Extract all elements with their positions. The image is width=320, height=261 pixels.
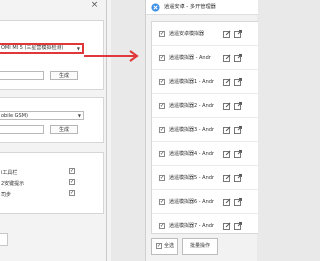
generate-button-2[interactable]: 生成 [50, 125, 78, 134]
edit-icon[interactable] [223, 102, 231, 110]
instance-name: 逍遥模拟器4 - Andr [169, 151, 214, 157]
instance-name: 逍遥模拟器3 - Andr [169, 127, 214, 133]
instance-row[interactable]: ✓ 逍遥模拟器5 - Andr [152, 166, 258, 190]
select-all-button[interactable]: ✓ 全选 [151, 238, 178, 255]
instance-name: 逍遥模拟器 - Andr [169, 55, 211, 61]
instance-row[interactable]: ✓ 逍遥模拟器2 - Andr [152, 94, 258, 118]
open-external-icon[interactable] [234, 222, 242, 230]
bottom-button[interactable] [0, 233, 8, 246]
select-all-checkbox[interactable]: ✓ [156, 242, 162, 249]
edit-icon[interactable] [223, 150, 231, 158]
open-external-icon[interactable] [234, 174, 242, 182]
edit-icon[interactable] [223, 30, 231, 38]
instance-checkbox[interactable]: ✓ [159, 103, 165, 109]
edit-icon[interactable] [223, 78, 231, 86]
model-field[interactable] [0, 71, 44, 80]
edit-icon[interactable] [223, 198, 231, 206]
instance-row[interactable]: ✓ 逍遥模拟器 - Andr [152, 46, 258, 70]
carrier-select-value: obile GSM) [1, 113, 28, 119]
panel-divider [106, 0, 107, 261]
batch-operation-button[interactable]: 批量操作 [182, 238, 218, 255]
open-external-icon[interactable] [234, 78, 242, 86]
instance-row[interactable]: ✓ 逍遥模拟器4 - Andr [152, 142, 258, 166]
edit-icon[interactable] [223, 174, 231, 182]
window-title: 逍遥安卓 - 多开管理器 [164, 4, 216, 10]
instance-name: 逍遥模拟器1 - Andr [169, 79, 214, 85]
option-label-1: i工具栏 [1, 170, 18, 176]
edit-icon[interactable] [223, 126, 231, 134]
settings-panel: × OMI MI 5 (三星营模拟检测) ▼ 生成 obile GSM) ▼ 生… [0, 0, 111, 261]
carrier-group: obile GSM) ▼ 生成 [0, 97, 104, 143]
open-external-icon[interactable] [234, 198, 242, 206]
instance-name: 逍遥安卓模拟器 [169, 31, 205, 37]
edit-icon[interactable] [223, 54, 231, 62]
dropdown-arrow-icon: ▼ [76, 46, 80, 51]
carrier-select[interactable]: obile GSM) ▼ [0, 111, 84, 120]
model-select[interactable]: OMI MI 5 (三星营模拟检测) ▼ [0, 43, 84, 54]
open-external-icon[interactable] [234, 30, 242, 38]
instance-checkbox[interactable]: ✓ [159, 31, 165, 37]
open-external-icon[interactable] [234, 54, 242, 62]
edit-icon[interactable] [223, 222, 231, 230]
multi-instance-manager-window: 逍遥安卓 - 多开管理器 ✓ 逍遥安卓模拟器 ✓ 逍遥模拟器 - Andr ✓ 逍遥模拟器… [145, 0, 258, 261]
title-bar: 逍遥安卓 - 多开管理器 [146, 0, 258, 15]
instance-checkbox[interactable]: ✓ [159, 55, 165, 61]
instance-checkbox[interactable]: ✓ [159, 151, 165, 157]
instance-row[interactable]: ✓ 逍遥模拟器7 - Andr [152, 214, 258, 233]
option-checkbox-1[interactable]: ✓ [69, 168, 75, 174]
instance-checkbox[interactable]: ✓ [159, 127, 165, 133]
open-external-icon[interactable] [234, 102, 242, 110]
instance-row[interactable]: ✓ 逍遥安卓模拟器 [152, 22, 258, 46]
instance-name: 逍遥模拟器6 - Andr [169, 199, 214, 205]
instance-checkbox[interactable]: ✓ [159, 79, 165, 85]
instance-checkbox[interactable]: ✓ [159, 199, 165, 205]
app-logo-icon [151, 3, 160, 12]
instance-name: 逍遥模拟器5 - Andr [169, 175, 214, 181]
generate-button-1[interactable]: 生成 [50, 71, 78, 80]
option-label-3: 司步 [1, 192, 12, 198]
open-external-icon[interactable] [234, 150, 242, 158]
open-external-icon[interactable] [234, 126, 242, 134]
instance-row[interactable]: ✓ 逍遥模拟器1 - Andr [152, 70, 258, 94]
carrier-field[interactable] [0, 125, 44, 134]
option-label-2: 2安键提示 [1, 181, 25, 187]
instance-checkbox[interactable]: ✓ [159, 223, 165, 229]
instance-name: 逍遥模拟器7 - Andr [169, 223, 214, 229]
options-group: i工具栏 ✓ 2安键提示 ✓ 司步 ✓ [0, 152, 104, 214]
arrow-right-icon [84, 50, 139, 62]
footer-bar: ✓ 全选 批量操作 [151, 237, 258, 257]
instance-row[interactable]: ✓ 逍遥模拟器6 - Andr [152, 190, 258, 214]
instance-name: 逍遥模拟器2 - Andr [169, 103, 214, 109]
instance-list: ✓ 逍遥安卓模拟器 ✓ 逍遥模拟器 - Andr ✓ 逍遥模拟器1 - Andr ✓ 逍遥模拟… [151, 21, 258, 234]
model-select-value: OMI MI 5 (三星营模拟检测) [1, 45, 64, 51]
option-checkbox-3[interactable]: ✓ [69, 190, 75, 196]
option-checkbox-2[interactable]: ✓ [69, 179, 75, 185]
instance-checkbox[interactable]: ✓ [159, 175, 165, 181]
dropdown-arrow-icon: ▼ [77, 113, 81, 118]
select-all-label: 全选 [164, 243, 175, 249]
close-icon[interactable]: × [87, 0, 102, 11]
instance-row[interactable]: ✓ 逍遥模拟器3 - Andr [152, 118, 258, 142]
